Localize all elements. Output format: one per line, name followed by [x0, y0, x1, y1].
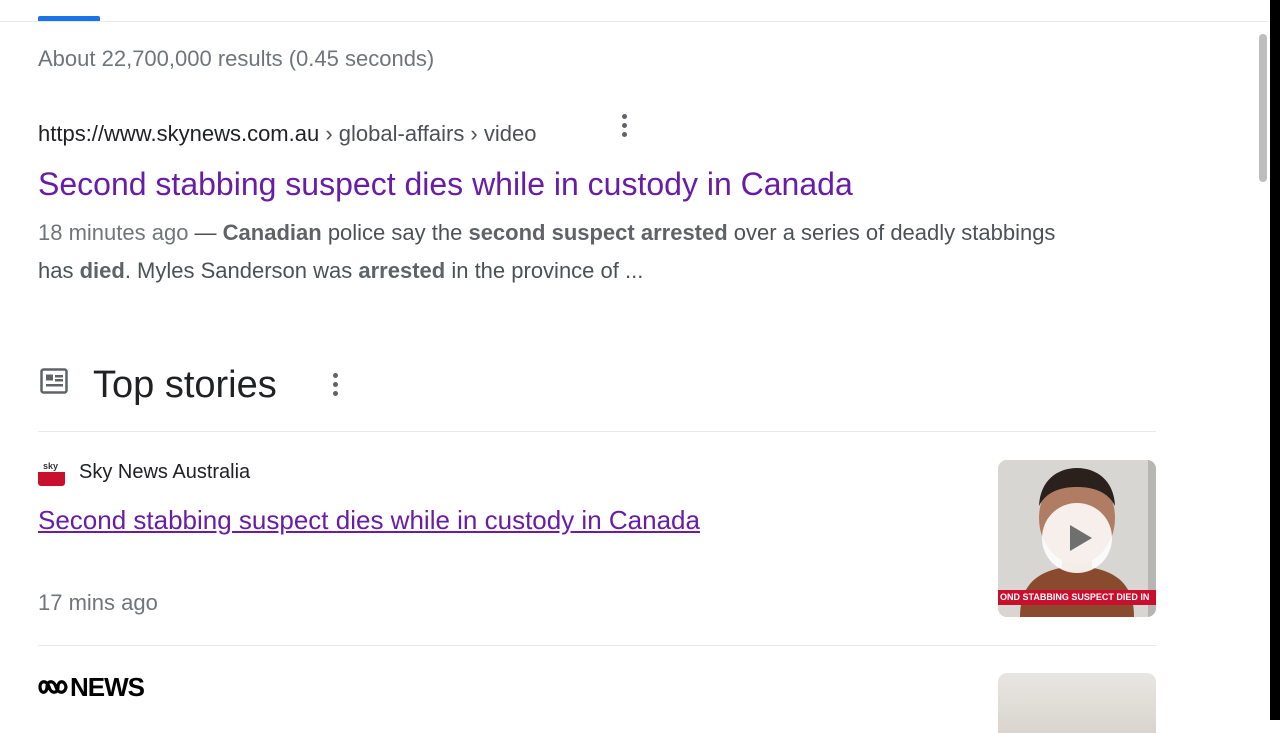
snippet-highlight: second suspect arrested	[468, 220, 728, 245]
result-title-link[interactable]: Second stabbing suspect dies while in cu…	[38, 166, 853, 203]
snippet-highlight: Canadian	[222, 220, 322, 245]
story-title-link[interactable]: Second stabbing suspect dies while in cu…	[38, 505, 700, 536]
result-snippet: 18 minutes ago — Canadian police say the…	[38, 214, 1078, 290]
abc-news-logo-text: NEWS	[70, 672, 145, 702]
thumbnail-caption: OND STABBING SUSPECT DIED IN	[998, 590, 1156, 605]
top-stories-heading: Top stories	[93, 364, 277, 406]
story-thumbnail[interactable]	[998, 673, 1156, 733]
result-url[interactable]: https://www.skynews.com.au › global-affa…	[38, 121, 536, 147]
section-divider	[38, 431, 1156, 432]
sky-news-favicon: sky	[38, 461, 65, 486]
top-stories-more-options-icon[interactable]	[325, 371, 345, 397]
section-divider	[38, 645, 1156, 646]
sky-news-favicon-text: sky	[43, 461, 59, 471]
header-divider	[0, 21, 1268, 22]
story-timestamp: 17 mins ago	[38, 590, 158, 615]
story-source-name: Sky News Australia	[79, 461, 251, 483]
result-url-domain: https://www.skynews.com.au	[38, 121, 320, 146]
abc-news-logo: NEWS	[38, 672, 145, 702]
result-more-options-icon[interactable]	[614, 112, 634, 138]
newspaper-icon	[40, 368, 68, 394]
snippet-highlight: arrested	[358, 258, 446, 283]
window-edge	[1270, 0, 1280, 720]
scrollbar-thumb[interactable]	[1259, 34, 1267, 182]
play-icon[interactable]	[1042, 503, 1112, 573]
snippet-text: . Myles Sanderson was	[124, 258, 359, 283]
result-stats: About 22,700,000 results (0.45 seconds)	[38, 46, 435, 71]
result-url-breadcrumb: › global-affairs › video	[319, 121, 537, 146]
snippet-text: in the province of ...	[445, 258, 644, 283]
abc-logo-icon	[38, 680, 68, 694]
result-date: 18 minutes ago	[38, 220, 189, 245]
story-video-thumbnail[interactable]: OND STABBING SUSPECT DIED IN	[998, 460, 1156, 617]
snippet-text: police say the	[321, 220, 469, 245]
snippet-highlight: died	[79, 258, 125, 283]
snippet-text: —	[188, 220, 223, 245]
